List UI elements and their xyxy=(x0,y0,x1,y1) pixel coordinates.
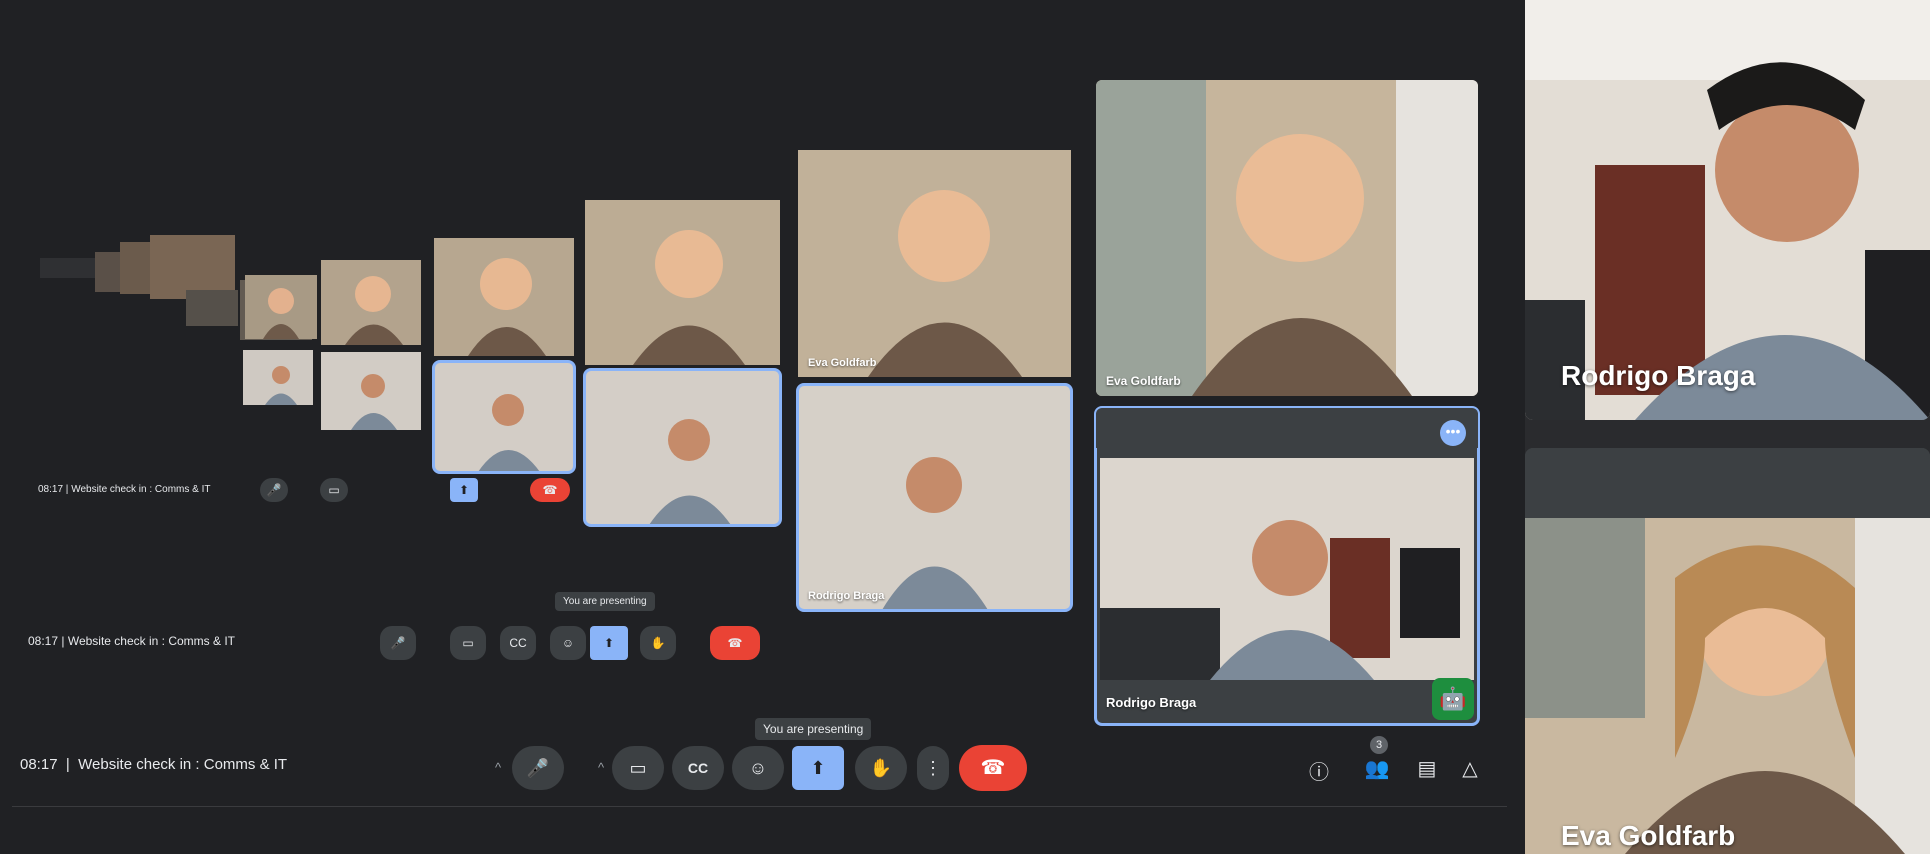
participant-name-label: Rodrigo Braga xyxy=(1561,360,1756,391)
tile-options-button[interactable]: ••• xyxy=(1440,420,1466,446)
meeting-info-icon[interactable]: ⓘ xyxy=(1304,756,1334,785)
eva-video-tile-copy-5: Eva Goldfarb xyxy=(798,150,1071,377)
tile-header xyxy=(1525,448,1930,518)
participant-name-label: Eva Goldfarb xyxy=(1106,374,1181,388)
meeting-time-copy: 08:17 | Website check in : Comms & IT xyxy=(38,484,211,495)
nested-control-bar: 08:17 | Website check in : Comms & IT 🎤 … xyxy=(30,470,1030,516)
participant-count-badge: 3 xyxy=(1370,736,1388,754)
meeting-time: 08:17 xyxy=(20,756,58,773)
tile-header xyxy=(1096,408,1478,448)
rodrigo-video-feed xyxy=(1100,458,1474,680)
present-button-copy: ⬆ xyxy=(590,626,628,660)
presenting-tooltip: You are presenting xyxy=(755,718,872,740)
separator: | xyxy=(65,756,70,773)
meeting-title: Website check in : Comms & IT xyxy=(78,756,288,773)
nested-control-bar-2: 08:17 | Website check in : Comms & IT Yo… xyxy=(20,592,1080,666)
end-call-button-copy: ☎ xyxy=(530,478,570,502)
camera-button-copy: ▭ xyxy=(320,478,348,502)
mic-button[interactable]: 🎤 xyxy=(512,746,564,790)
camera-button[interactable]: ▭ xyxy=(612,746,664,790)
emoji-button-copy: ☺ xyxy=(550,626,586,660)
participant-side-panel: Rodrigo Braga Eva Goldfarb xyxy=(1525,0,1930,854)
more-options-button[interactable]: ⋮ xyxy=(917,746,949,790)
mic-button-copy: 🎤 xyxy=(380,626,416,660)
meeting-time-copy: 08:17 | Website check in : Comms & IT xyxy=(28,634,235,648)
rodrigo-video-tile-copy-2 xyxy=(321,352,421,430)
rodrigo-video-tile-large[interactable]: ••• Rodrigo Braga 🤖 xyxy=(1094,406,1480,726)
audio-options-chevron-icon[interactable]: ^ xyxy=(484,746,512,790)
eva-video-tile-large: Eva Goldfarb xyxy=(1096,80,1478,396)
present-screen-button[interactable]: ⬆ xyxy=(792,746,844,790)
mic-button-copy: 🎤 xyxy=(260,478,288,502)
camera-button-copy: ▭ xyxy=(450,626,486,660)
participant-name-label: Eva Goldfarb xyxy=(1561,820,1736,851)
end-call-button-copy: ☎ xyxy=(710,626,760,660)
participant-name-label: Eva Goldfarb xyxy=(808,357,877,369)
eva-video-tile-copy-4 xyxy=(585,200,780,365)
captions-button[interactable]: CC xyxy=(672,746,724,790)
raise-hand-button[interactable]: ✋ xyxy=(855,746,907,790)
meeting-control-bar: 08:17 | Website check in : Comms & IT Yo… xyxy=(12,718,1507,807)
eva-video-tile-copy-3 xyxy=(434,238,574,356)
rodrigo-video-tile-copy-3 xyxy=(432,360,576,474)
rodrigo-video-tile-copy-1 xyxy=(243,350,313,405)
captions-button-copy: CC xyxy=(500,626,536,660)
meeting-time-title: 08:17 | Website check in : Comms & IT xyxy=(20,756,287,773)
eva-side-tile[interactable]: Eva Goldfarb xyxy=(1525,448,1930,854)
eva-video-tile-copy-1 xyxy=(245,275,317,339)
meeting-stage: Eva Goldfarb Rodrigo Braga Eva Goldfarb … xyxy=(0,0,1525,854)
chat-icon[interactable]: ▤ xyxy=(1412,756,1442,781)
eva-video-tile-copy-2 xyxy=(321,260,421,345)
activities-icon[interactable]: △ xyxy=(1455,756,1485,781)
rodrigo-side-tile[interactable]: Rodrigo Braga xyxy=(1525,0,1930,420)
video-options-chevron-icon[interactable]: ^ xyxy=(587,746,615,790)
nested-tile xyxy=(186,290,238,326)
raise-hand-button-copy: ✋ xyxy=(640,626,676,660)
emoji-button[interactable]: ☺ xyxy=(732,746,784,790)
people-icon[interactable]: 👥 xyxy=(1362,756,1392,781)
presenting-tooltip-copy: You are presenting xyxy=(555,592,655,611)
present-button-copy: ⬆ xyxy=(450,478,478,502)
participant-name-label: Rodrigo Braga xyxy=(1106,695,1197,710)
participant-name-label: Rodrigo Braga xyxy=(808,590,885,602)
robot-avatar-icon: 🤖 xyxy=(1432,678,1474,720)
eva-video-feed xyxy=(1525,518,1930,854)
end-call-button[interactable]: ☎ xyxy=(959,745,1027,791)
